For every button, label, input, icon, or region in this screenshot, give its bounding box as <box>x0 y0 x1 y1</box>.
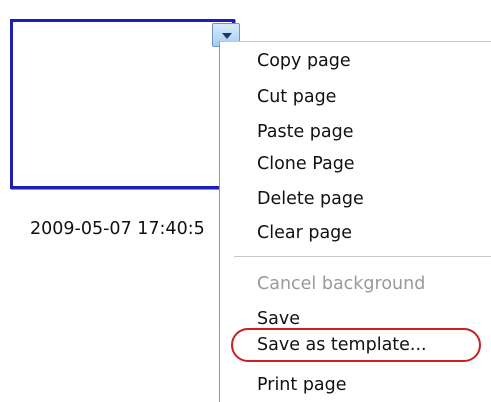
menu-item-copy-page[interactable]: Copy page <box>257 51 351 71</box>
menu-item-clone-page[interactable]: Clone Page <box>257 154 355 174</box>
highlight-ring <box>231 328 481 362</box>
chevron-down-icon <box>222 33 232 39</box>
menu-item-save[interactable]: Save <box>257 309 300 329</box>
menu-item-delete-page[interactable]: Delete page <box>257 189 364 209</box>
page-context-menu: Copy page Cut page Paste page Clone Page… <box>219 41 491 402</box>
menu-item-cancel-background: Cancel background <box>257 274 426 294</box>
menu-item-cut-page[interactable]: Cut page <box>257 87 336 107</box>
menu-item-paste-page[interactable]: Paste page <box>257 122 354 142</box>
page-timestamp: 2009-05-07 17:40:5 <box>30 219 205 239</box>
menu-item-print-page[interactable]: Print page <box>257 375 347 395</box>
menu-separator <box>234 256 491 258</box>
page-thumbnail[interactable] <box>10 19 235 189</box>
menu-item-clear-page[interactable]: Clear page <box>257 223 352 243</box>
